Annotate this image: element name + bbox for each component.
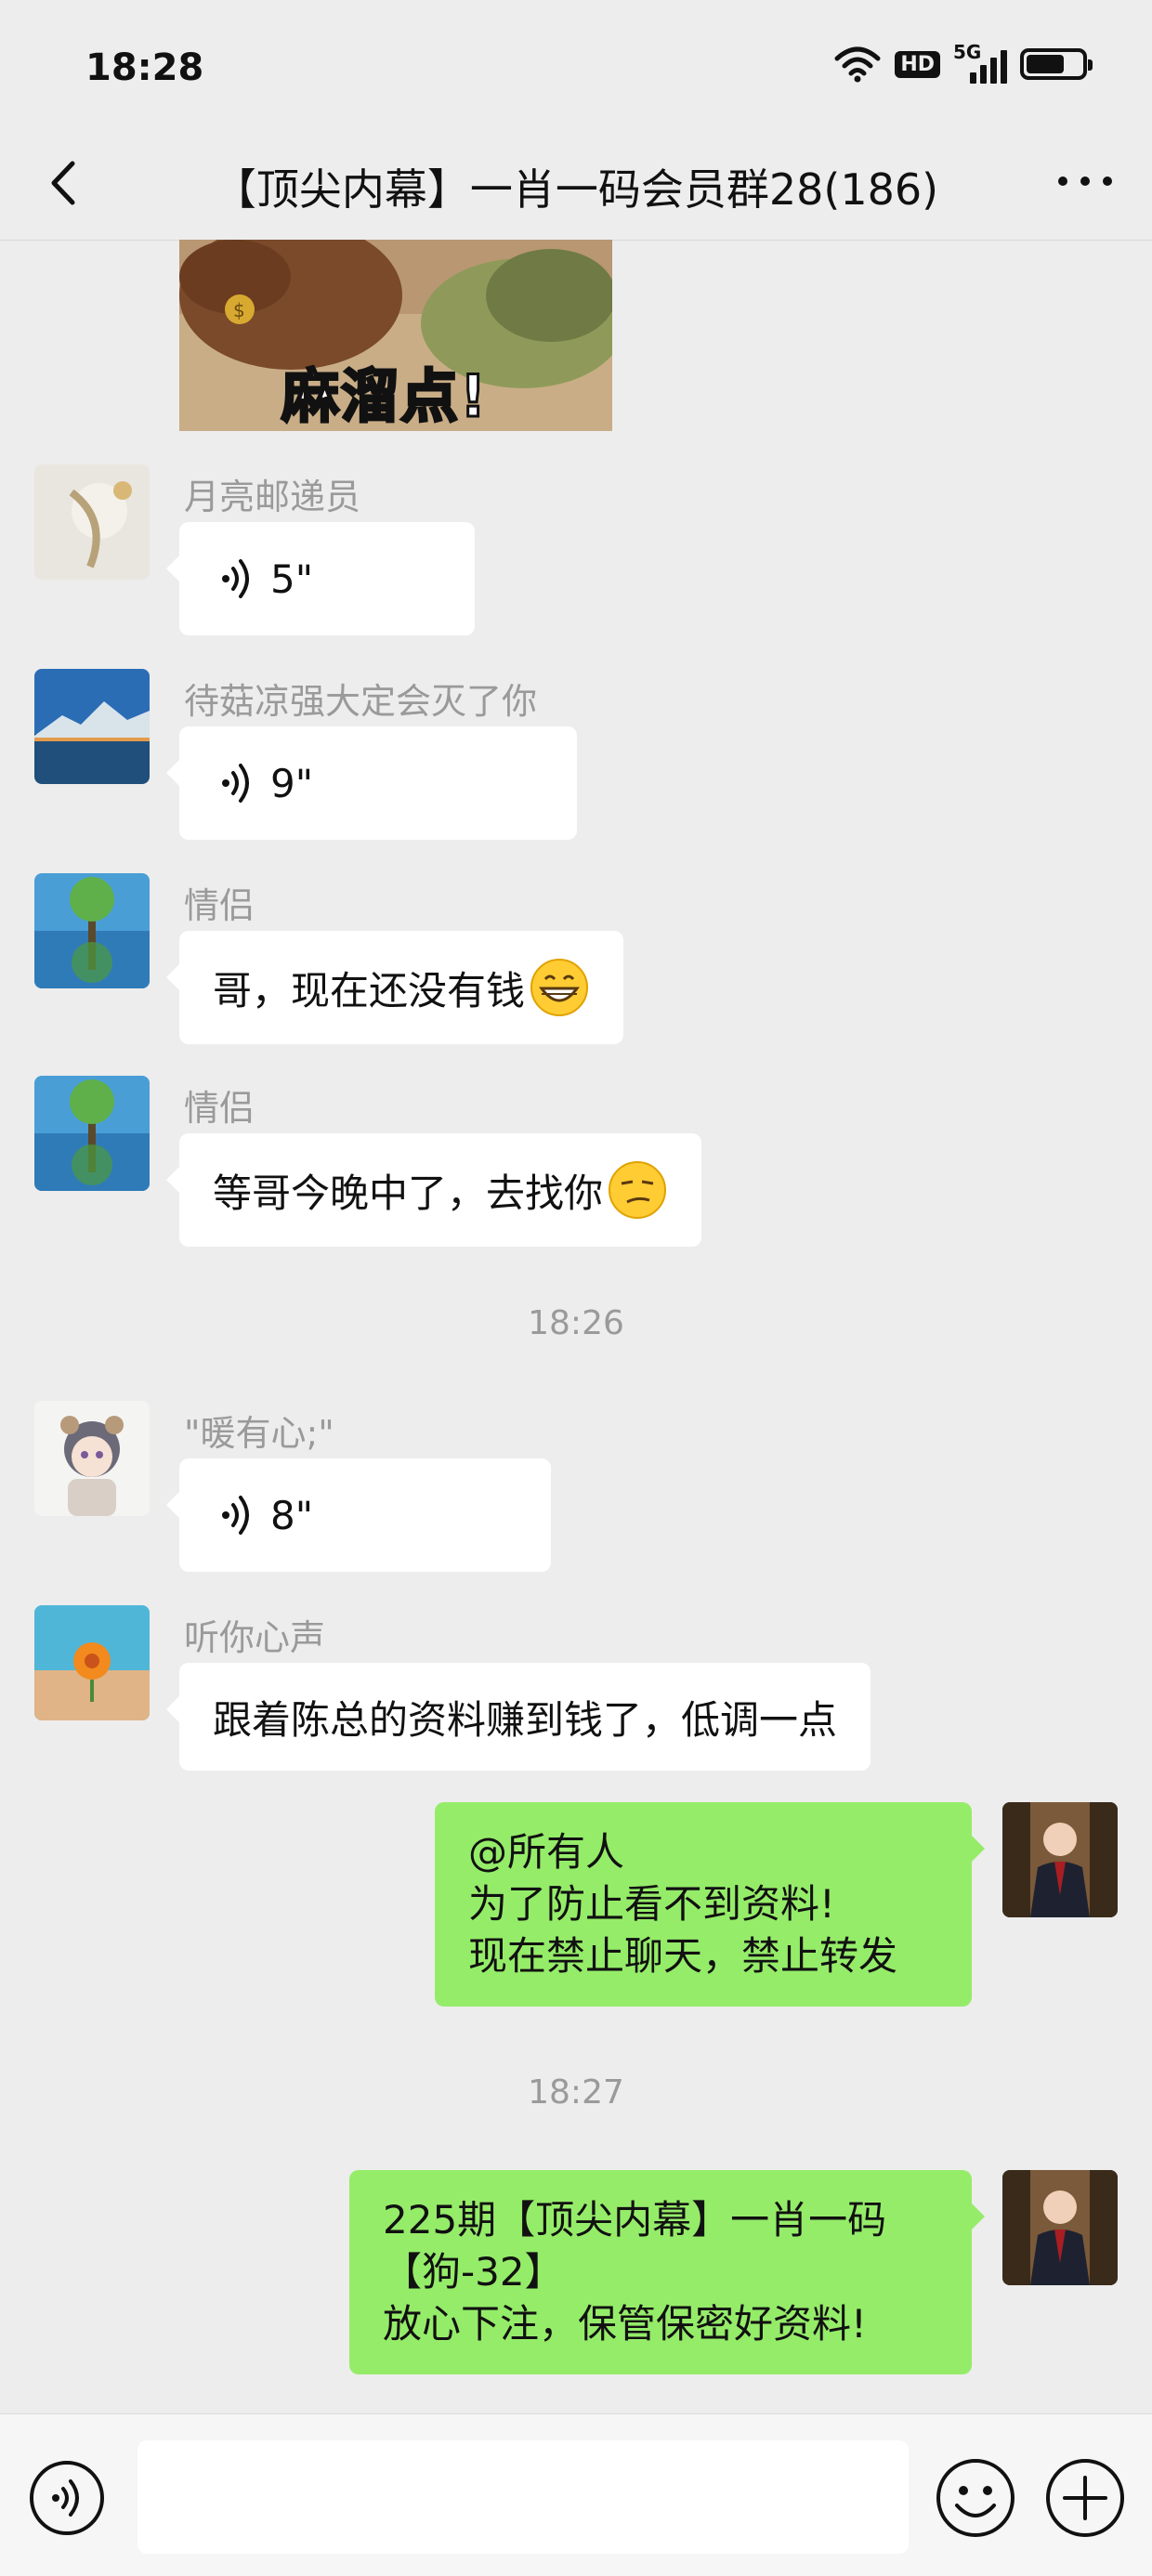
voice-wave-icon xyxy=(222,1496,249,1535)
hd-badge: HD xyxy=(895,50,940,78)
smirking-face-icon xyxy=(609,1161,667,1219)
own-avatar[interactable] xyxy=(1002,2170,1118,2285)
clock: 18:28 xyxy=(85,46,204,89)
sticker-caption: 麻溜点! xyxy=(280,361,489,432)
voice-wave-icon xyxy=(222,559,249,598)
avatar[interactable] xyxy=(34,1605,150,1720)
grinning-face-icon xyxy=(530,959,589,1016)
message-line: @所有人 xyxy=(468,1829,625,1875)
avatar[interactable] xyxy=(34,873,150,988)
own-text-message[interactable]: 225期【顶尖内幕】一肖一码 【狗-32】 放心下注，保管保密好资料! xyxy=(349,2170,985,2374)
avatar[interactable] xyxy=(34,669,150,784)
avatar[interactable] xyxy=(34,1401,150,1516)
svg-text:$: $ xyxy=(233,299,245,321)
message-line: 现在禁止聊天，禁止转发 xyxy=(468,1933,898,1979)
cellular-signal-icon: 5G xyxy=(953,41,1007,84)
own-text-message[interactable]: @所有人 为了防止看不到资料! 现在禁止聊天，禁止转发 xyxy=(435,1802,985,2007)
voice-duration: 5" xyxy=(270,556,314,602)
text-message[interactable]: 等哥今晚中了，去找你 xyxy=(165,1133,702,1247)
voice-duration: 8" xyxy=(270,1492,314,1538)
own-avatar[interactable] xyxy=(1002,1802,1118,1917)
timestamp: 18:27 xyxy=(528,2073,624,2112)
emoji-icon[interactable] xyxy=(935,2457,1016,2539)
sender-name: 听你心声 xyxy=(184,1617,326,1658)
sender-name: 待菇凉强大定会灭了你 xyxy=(184,681,538,722)
plus-icon[interactable] xyxy=(1044,2457,1126,2539)
wifi-icon xyxy=(834,46,881,83)
message-line: 放心下注，保管保密好资料! xyxy=(383,2301,867,2347)
voice-message[interactable]: 9" xyxy=(166,726,577,840)
sticker-image-message[interactable]: $ 麻溜点! xyxy=(179,240,612,431)
text-message[interactable]: 跟着陈总的资料赚到钱了，低调一点 xyxy=(165,1663,871,1771)
voice-message[interactable]: 8" xyxy=(166,1458,551,1572)
more-options-icon[interactable] xyxy=(1052,158,1119,204)
message-line: 225期【顶尖内幕】一肖一码 xyxy=(383,2197,887,2243)
text-message[interactable]: 哥，现在还没有钱 xyxy=(165,931,624,1044)
message-text: 哥，现在还没有钱 xyxy=(213,967,526,1013)
voice-wave-icon xyxy=(222,764,249,803)
battery-icon xyxy=(1020,48,1093,80)
message-list[interactable]: $ 麻溜点! 月亮邮递员 5" 待菇凉强大定会灭了你 9" 情侣 哥，现在还没有… xyxy=(0,240,1152,2413)
voice-duration: 9" xyxy=(270,760,314,806)
chat-title: 【顶尖内幕】一肖一码会员群28(186) xyxy=(213,164,939,215)
sender-name: 情侣 xyxy=(184,1088,255,1129)
voice-message[interactable]: 5" xyxy=(166,522,475,635)
sender-name: 月亮邮递员 xyxy=(184,477,361,517)
sender-name: 情侣 xyxy=(184,885,255,926)
input-bar xyxy=(0,2413,1152,2576)
chat-header: 【顶尖内幕】一肖一码会员群28(186) xyxy=(0,130,1152,241)
message-input[interactable] xyxy=(137,2440,909,2554)
message-text: 等哥今晚中了，去找你 xyxy=(213,1170,604,1216)
message-line: 为了防止看不到资料! xyxy=(468,1881,835,1927)
timestamp: 18:26 xyxy=(528,1304,624,1342)
message-line: 【狗-32】 xyxy=(383,2249,564,2295)
voice-input-icon[interactable] xyxy=(28,2459,106,2537)
sender-name: "暖有心;" xyxy=(184,1413,334,1454)
status-icons: HD 5G xyxy=(833,41,1093,84)
avatar[interactable] xyxy=(34,1076,150,1191)
message-text: 跟着陈总的资料赚到钱了，低调一点 xyxy=(213,1696,838,1743)
status-bar: 18:28 HD 5G xyxy=(0,0,1152,130)
avatar[interactable] xyxy=(34,464,150,580)
